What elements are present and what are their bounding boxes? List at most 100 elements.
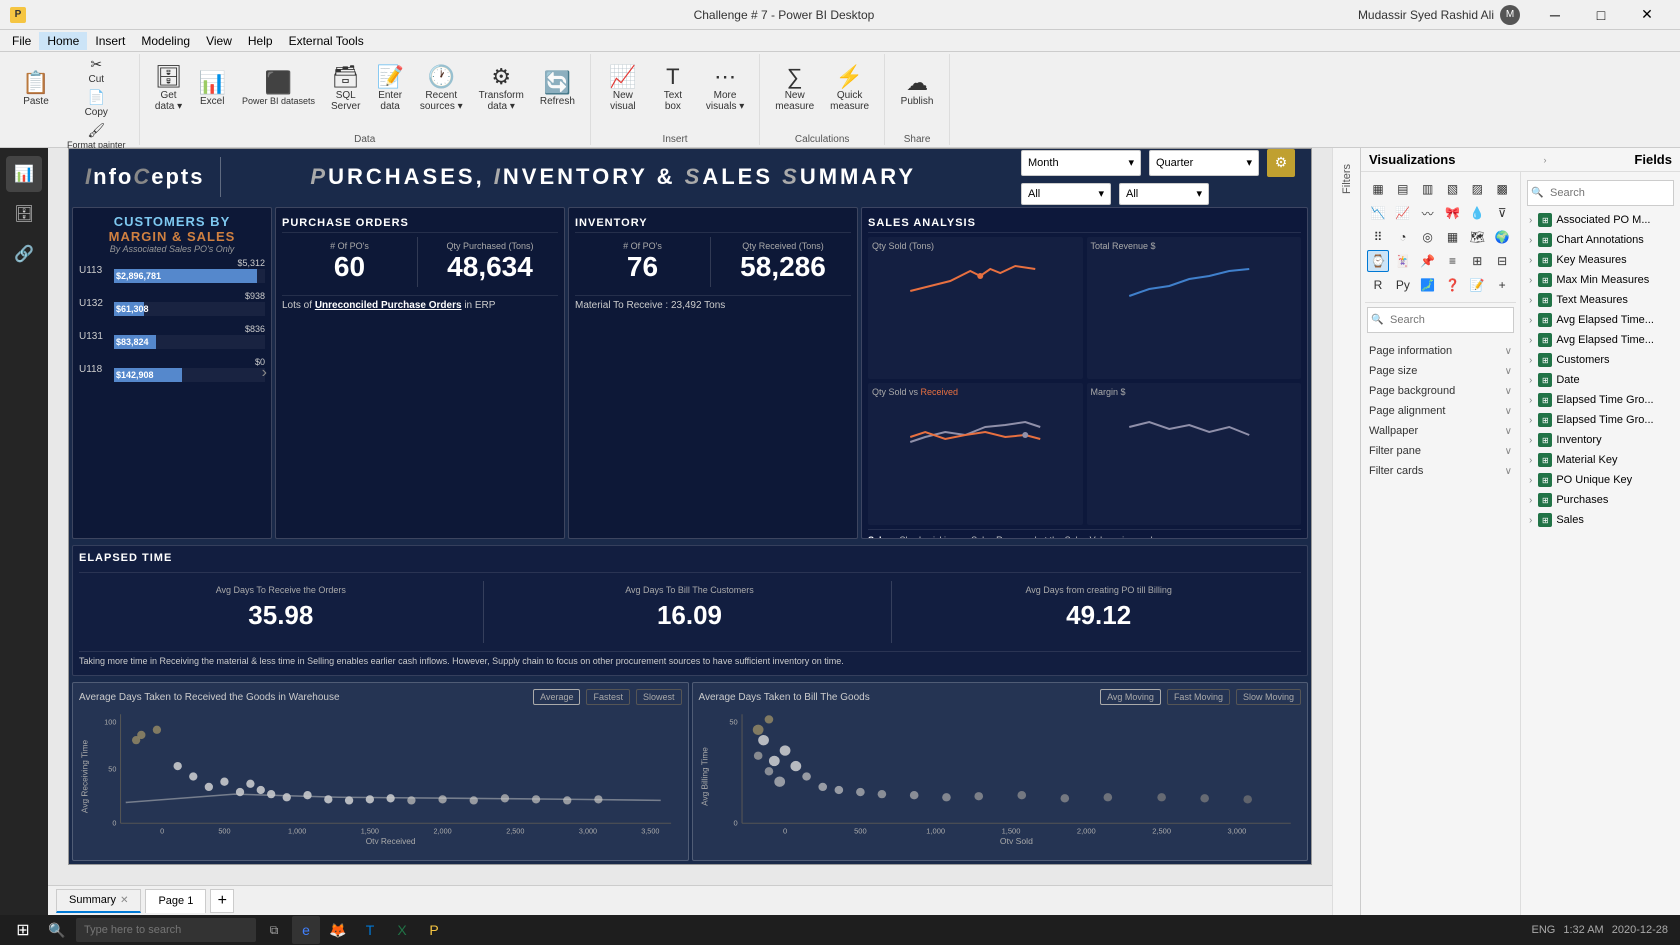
add-page-button[interactable]: + (210, 889, 234, 913)
viz-card[interactable]: 🃏 (1392, 250, 1414, 272)
ribbon-transform-button[interactable]: ⚙ Transformdata ▾ (472, 54, 531, 124)
ribbon-newmeasure-button[interactable]: ∑ Newmeasure (768, 54, 821, 124)
fields-search-input[interactable] (1527, 180, 1674, 206)
close-button[interactable]: ✕ (1624, 0, 1670, 30)
field-item-4[interactable]: › ⊞ Text Measures (1525, 290, 1676, 310)
visualizations-tab[interactable]: Visualizations (1369, 152, 1455, 167)
search-taskbar-button[interactable]: 🔍 (42, 918, 72, 942)
quarter-dropdown[interactable]: Quarter ▾ (1149, 150, 1259, 176)
taskbar-powerbi[interactable]: P (420, 916, 448, 944)
viz-treemap[interactable]: ▦ (1442, 226, 1464, 248)
filter-page-information[interactable]: Page information ∨ (1367, 341, 1514, 361)
menu-home[interactable]: Home (39, 32, 87, 50)
ribbon-recentsources-button[interactable]: 🕐 Recentsources ▾ (413, 54, 470, 124)
viz-kpi[interactable]: 📌 (1417, 250, 1439, 272)
filter-wallpaper[interactable]: Wallpaper ∨ (1367, 421, 1514, 441)
viz-stacked-bar[interactable]: ▦ (1367, 178, 1389, 200)
minimize-button[interactable]: ─ (1532, 0, 1578, 30)
filter-page-size[interactable]: Page size ∨ (1367, 361, 1514, 381)
legend-slow-moving[interactable]: Slow Moving (1236, 689, 1301, 705)
customers-nav-arrow[interactable]: › (262, 364, 267, 382)
field-item-5[interactable]: › ⊞ Avg Elapsed Time... (1525, 310, 1676, 330)
field-item-10[interactable]: › ⊞ Elapsed Time Gro... (1525, 410, 1676, 430)
ribbon-cut-button[interactable]: ✂Cut (62, 54, 131, 86)
viz-search-input[interactable] (1367, 307, 1514, 333)
filter-page-alignment[interactable]: Page alignment ∨ (1367, 401, 1514, 421)
legend-avg-moving[interactable]: Avg Moving (1100, 689, 1161, 705)
sidebar-report-icon[interactable]: 📊 (6, 156, 42, 192)
ribbon-refresh-button[interactable]: 🔄 Refresh (533, 54, 582, 124)
ribbon-enterdata-button[interactable]: 📝 Enterdata (369, 54, 410, 124)
ribbon-publish-button[interactable]: ☁ Publish (893, 54, 941, 124)
field-item-15[interactable]: › ⊞ Sales (1525, 510, 1676, 530)
ribbon-sql-button[interactable]: 🗃 SQLServer (324, 54, 367, 124)
legend-average[interactable]: Average (533, 689, 580, 705)
ribbon-morevisuals-button[interactable]: ⋯ Morevisuals ▾ (699, 54, 751, 124)
legend-fastest[interactable]: Fastest (586, 689, 630, 705)
filter-filter-pane[interactable]: Filter pane ∨ (1367, 441, 1514, 461)
menu-modeling[interactable]: Modeling (133, 32, 198, 50)
field-item-6[interactable]: › ⊞ Avg Elapsed Time... (1525, 330, 1676, 350)
quarter-value-dropdown[interactable]: All ▾ (1119, 183, 1209, 205)
viz-donut[interactable]: ◎ (1417, 226, 1439, 248)
viz-waterfall[interactable]: 💧 (1466, 202, 1488, 224)
taskbar-edge[interactable]: e (292, 916, 320, 944)
menu-external-tools[interactable]: External Tools (281, 32, 372, 50)
task-view-button[interactable]: ⧉ (260, 918, 288, 942)
viz-filled-map[interactable]: 🌍 (1491, 226, 1513, 248)
field-item-13[interactable]: › ⊞ PO Unique Key (1525, 470, 1676, 490)
field-item-9[interactable]: › ⊞ Elapsed Time Gro... (1525, 390, 1676, 410)
viz-table[interactable]: ⊞ (1466, 250, 1488, 272)
close-summary-tab[interactable]: ✕ (120, 895, 128, 906)
page-tab-summary[interactable]: Summary ✕ (56, 889, 141, 913)
ribbon-textbox-button[interactable]: T Textbox (649, 54, 697, 124)
viz-pie[interactable]: ◔ (1392, 226, 1414, 248)
taskbar-firefox[interactable]: 🦊 (324, 916, 352, 944)
viz-area[interactable]: 📈 (1392, 202, 1414, 224)
field-item-2[interactable]: › ⊞ Key Measures (1525, 250, 1676, 270)
field-item-14[interactable]: › ⊞ Purchases (1525, 490, 1676, 510)
viz-stacked-col-100[interactable]: ▩ (1491, 178, 1513, 200)
viz-line[interactable]: 📉 (1367, 202, 1389, 224)
viz-map[interactable]: 🗺 (1466, 226, 1488, 248)
viz-py-visual[interactable]: Py (1392, 274, 1414, 296)
field-item-1[interactable]: › ⊞ Chart Annotations (1525, 230, 1676, 250)
sidebar-model-icon[interactable]: 🔗 (6, 236, 42, 272)
ribbon-quickmeasure-button[interactable]: ⚡ Quickmeasure (823, 54, 876, 124)
taskbar-search-input[interactable] (76, 918, 256, 942)
legend-fast-moving[interactable]: Fast Moving (1167, 689, 1230, 705)
filter-page-background[interactable]: Page background ∨ (1367, 381, 1514, 401)
ribbon-powerbi-datasets-button[interactable]: ⬛ Power BI datasets (235, 54, 322, 124)
menu-insert[interactable]: Insert (87, 32, 133, 50)
viz-ribbon[interactable]: 🎀 (1442, 202, 1464, 224)
viz-gauge[interactable]: ⌚ (1367, 250, 1389, 272)
maximize-button[interactable]: □ (1578, 0, 1624, 30)
ribbon-newvisual-button[interactable]: 📈 Newvisual (599, 54, 647, 124)
start-button[interactable]: ⊞ (8, 915, 38, 945)
month-value-dropdown[interactable]: All ▾ (1021, 183, 1111, 205)
viz-arcgis[interactable]: 🗾 (1417, 274, 1439, 296)
menu-view[interactable]: View (198, 32, 240, 50)
sidebar-data-icon[interactable]: 🗄 (6, 196, 42, 232)
page-tab-page1[interactable]: Page 1 (145, 889, 206, 913)
field-item-8[interactable]: › ⊞ Date (1525, 370, 1676, 390)
viz-slicer[interactable]: ≡ (1442, 250, 1464, 272)
viz-qna[interactable]: ❓ (1442, 274, 1464, 296)
viz-clustered-bar[interactable]: ▤ (1392, 178, 1414, 200)
viz-matrix[interactable]: ⊟ (1491, 250, 1513, 272)
month-dropdown[interactable]: Month ▾ (1021, 150, 1141, 176)
ribbon-getdata-button[interactable]: 🗄 Getdata ▾ (148, 54, 190, 124)
field-item-0[interactable]: › ⊞ Associated PO M... (1525, 210, 1676, 230)
filter-filter-cards[interactable]: Filter cards ∨ (1367, 461, 1514, 481)
ribbon-excel-button[interactable]: 📊 Excel (192, 54, 233, 124)
viz-stacked-col[interactable]: ▧ (1442, 178, 1464, 200)
taskbar-teams[interactable]: T (356, 916, 384, 944)
viz-scatter[interactable]: ⠿ (1367, 226, 1389, 248)
ribbon-copy-button[interactable]: 📄Copy (62, 87, 131, 119)
menu-file[interactable]: File (4, 32, 39, 50)
field-item-7[interactable]: › ⊞ Customers (1525, 350, 1676, 370)
viz-custom[interactable]: + (1491, 274, 1513, 296)
viz-funnel[interactable]: ⊽ (1491, 202, 1513, 224)
field-item-11[interactable]: › ⊞ Inventory (1525, 430, 1676, 450)
viz-clustered-col[interactable]: ▨ (1466, 178, 1488, 200)
